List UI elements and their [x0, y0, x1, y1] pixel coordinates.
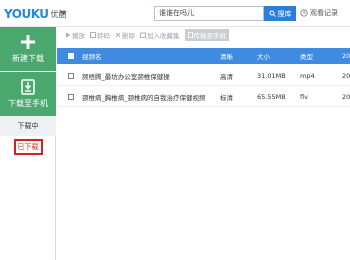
phone-icon: [187, 32, 193, 38]
video-type: mp4: [300, 71, 315, 80]
transcode-button[interactable]: 转码: [90, 30, 110, 40]
row-checkbox-box: [68, 72, 74, 79]
video-definition: 高清: [220, 72, 233, 81]
transcode-icon: [90, 32, 96, 38]
search-icon: [269, 10, 276, 17]
table-row[interactable]: 频梧腾_最坊办公室颈椎保健操 高清 31.01MB mp4 201: [57, 66, 350, 86]
row-checkbox-box: [68, 93, 74, 100]
column-header-name[interactable]: 视频名: [82, 48, 212, 64]
top-bar: YOUKU 优酷 谁谁在吗儿 搜库 观看记录: [0, 0, 350, 27]
video-name: 颈椎病_胸椎病_颈椎病的自我治疗保健视频: [82, 93, 206, 102]
new-download-label: 新建下载: [12, 54, 44, 63]
search-button-label: 搜库: [277, 9, 292, 18]
toolbar: 播放 转码 删除 加入收藏集 传输至手机: [57, 28, 350, 42]
youku-logo[interactable]: YOUKU 优酷: [4, 6, 67, 22]
delete-button[interactable]: 删除: [115, 30, 135, 40]
search-input[interactable]: 谁谁在吗儿: [154, 6, 264, 21]
delete-icon: [115, 32, 121, 38]
video-date: 201: [342, 92, 350, 101]
new-download-button[interactable]: 新建下载: [0, 27, 56, 71]
column-header-definition[interactable]: 清晰: [220, 48, 248, 64]
video-name: 频梧腾_最坊办公室颈椎保健操: [82, 72, 170, 81]
add-to-collection-button[interactable]: 加入收藏集: [140, 30, 180, 40]
select-all-box: [68, 53, 74, 59]
table-header: 视频名 清晰 大小 类型 201: [57, 48, 350, 64]
watch-history-link[interactable]: 观看记录: [300, 8, 338, 18]
tab-downloaded-label: 已下载: [13, 139, 43, 155]
chevron-down-icon[interactable]: [60, 10, 67, 16]
row-checkbox[interactable]: [68, 87, 78, 106]
video-type: flv: [300, 92, 308, 101]
tab-downloaded[interactable]: 已下载: [0, 137, 56, 157]
play-icon: [66, 32, 71, 38]
download-to-phone-label: 下载至手机: [8, 99, 48, 108]
send-to-phone-label: 传输至手机: [193, 32, 227, 40]
plus-icon: [21, 35, 35, 49]
row-checkbox[interactable]: [68, 66, 78, 85]
clock-icon: [300, 9, 308, 17]
video-date: 201: [342, 71, 350, 80]
phone-download-icon: [21, 79, 35, 95]
send-to-phone-button[interactable]: 传输至手机: [184, 29, 229, 41]
tab-downloading[interactable]: 下载中: [0, 116, 56, 136]
search-button[interactable]: 搜库: [264, 6, 296, 21]
add-to-collection-label: 加入收藏集: [147, 32, 180, 40]
play-label: 播放: [72, 32, 85, 40]
watch-history-label: 观看记录: [310, 9, 338, 17]
select-all-checkbox[interactable]: [68, 48, 78, 64]
column-header-size[interactable]: 大小: [257, 48, 293, 64]
logo-text: YOUKU: [4, 7, 49, 21]
table-row[interactable]: 颈椎病_胸椎病_颈椎病的自我治疗保健视频 标清 65.55MB flv 201: [57, 87, 350, 107]
video-size: 65.55MB: [257, 92, 286, 101]
delete-label: 删除: [122, 32, 135, 40]
column-header-date[interactable]: 201: [342, 48, 350, 64]
video-definition: 标清: [220, 93, 233, 102]
play-button[interactable]: 播放: [65, 30, 85, 40]
tab-downloading-label: 下载中: [17, 122, 39, 130]
sidebar: 新建下载 下载至手机 下载中 已下载: [0, 27, 56, 260]
collection-icon: [140, 32, 146, 38]
video-size: 31.01MB: [257, 71, 286, 80]
download-to-phone-button[interactable]: 下载至手机: [0, 72, 56, 116]
column-header-type[interactable]: 类型: [300, 48, 330, 64]
transcode-label: 转码: [97, 32, 110, 40]
